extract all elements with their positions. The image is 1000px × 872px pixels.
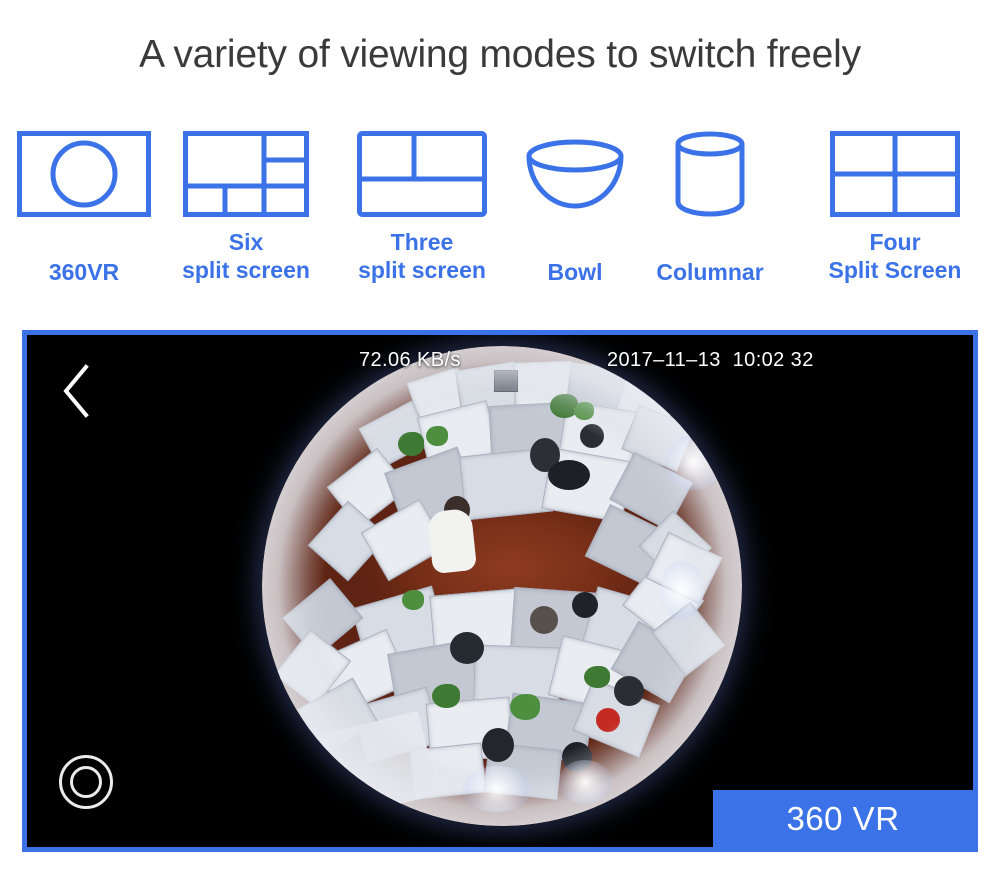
video-preview-panel: 72.06 KB/s 2017–11–13 10:02 32 360 VR <box>22 330 978 852</box>
mode-label-bowl: Bowl <box>547 259 603 285</box>
chevron-left-icon <box>59 363 103 419</box>
mode-item-columnar[interactable]: Columnar <box>630 128 790 286</box>
cylinder-icon <box>630 128 790 220</box>
capture-button[interactable] <box>59 755 113 809</box>
four-split-grid-icon <box>790 128 1000 220</box>
bowl-hemisphere-icon <box>520 128 630 220</box>
mode-label-columnar: Columnar <box>656 259 764 285</box>
video-stage[interactable]: 72.06 KB/s 2017–11–13 10:02 32 360 VR <box>27 335 973 847</box>
mode-item-360vr[interactable]: 360VR <box>0 128 168 286</box>
mode-item-six-split[interactable]: Six split screen <box>168 128 324 284</box>
mode-label-four-split: Four Split Screen <box>828 229 962 284</box>
timestamp-label: 2017–11–13 10:02 32 <box>607 349 814 371</box>
mode-item-three-split[interactable]: Three split screen <box>324 128 520 284</box>
mode-label-360vr: 360VR <box>48 259 120 285</box>
mode-label-three-split: Three split screen <box>358 229 486 284</box>
six-split-grid-icon <box>168 128 324 220</box>
back-button[interactable] <box>59 363 103 423</box>
mode-item-bowl[interactable]: Bowl <box>520 128 630 286</box>
capture-ring-inner-icon <box>70 766 102 798</box>
mode-label-six-split: Six split screen <box>182 229 310 284</box>
current-mode-badge[interactable]: 360 VR <box>713 790 973 847</box>
page-title: A variety of viewing modes to switch fre… <box>139 33 861 76</box>
rect-with-circle-icon <box>0 128 168 220</box>
fisheye-video-image[interactable] <box>262 346 742 826</box>
three-split-grid-icon <box>324 128 520 220</box>
mode-item-four-split[interactable]: Four Split Screen <box>790 128 1000 284</box>
viewing-mode-selector: 360VR Six split screen Three split scree… <box>0 128 1000 308</box>
